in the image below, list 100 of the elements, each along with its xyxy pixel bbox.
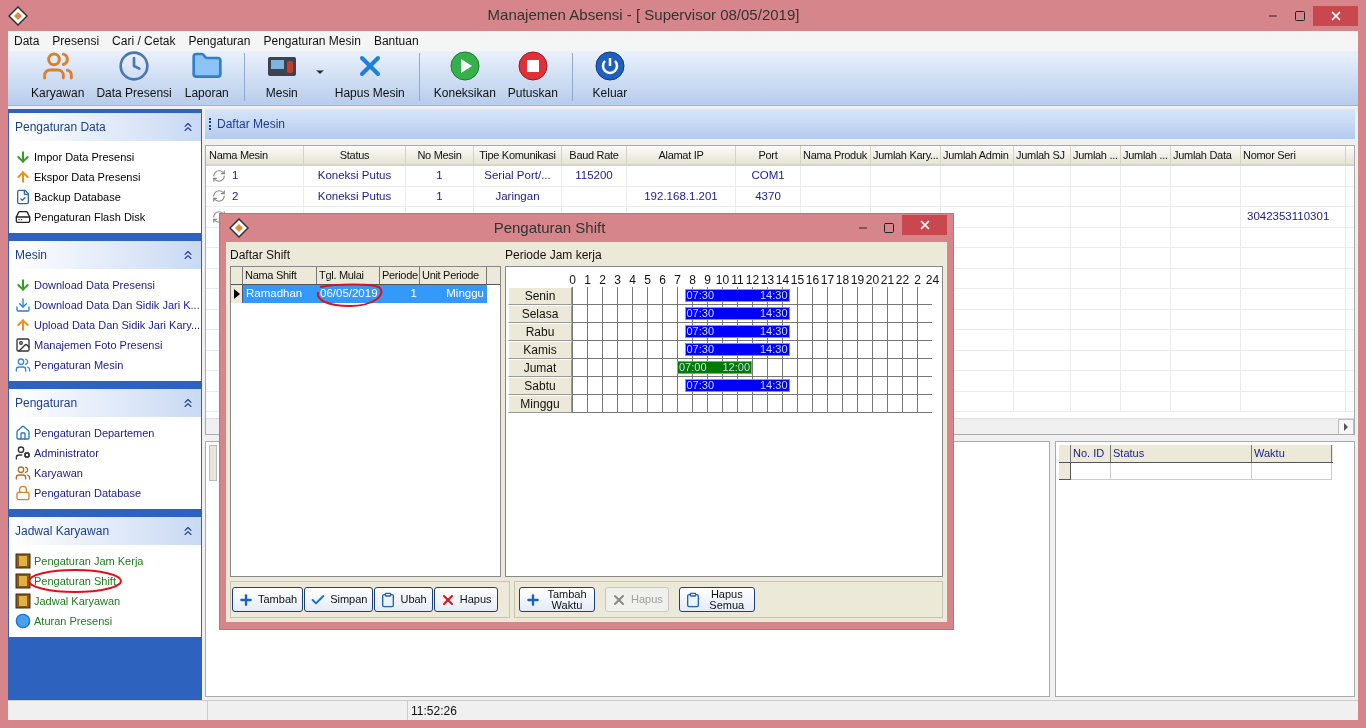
column-header[interactable]: Nama Mesin [206,146,304,164]
dialog-button[interactable]: Hapus Semua [678,587,755,612]
toolbar-button[interactable]: Putuskan [504,50,561,102]
sidebar-item[interactable]: Karyawan [34,464,83,482]
time-bar[interactable]: 07:30 14:30 [684,289,790,302]
column-header[interactable]: Waktu [1252,445,1332,462]
sidebar-item[interactable]: Pengaturan Departemen [34,424,155,442]
sidebar-item[interactable]: Backup Database [34,188,121,206]
down-arrow-icon [15,277,31,293]
column-header[interactable]: Port [736,146,801,164]
column-header[interactable]: Tipe Komunikasi [474,146,562,164]
close-button[interactable] [1313,5,1358,26]
table-cell-text: Jaringan [495,188,540,204]
sidebar-item[interactable]: Download Data Dan Sidik Jari K... [34,296,200,314]
sidebar-item[interactable]: Jadwal Karyawan [34,592,121,610]
time-bar[interactable]: 07:30 14:30 [684,325,790,338]
collapse-icon[interactable] [181,248,195,262]
column-header[interactable]: Status [304,146,406,164]
dialog-button[interactable]: Tambah Waktu [519,587,595,612]
dialog-button[interactable]: Ubah [374,587,433,612]
column-header[interactable]: Jumlah Admin [941,146,1014,164]
sidebar-item[interactable]: Impor Data Presensi [34,148,135,166]
hour-label: 22 [895,273,910,287]
column-header[interactable]: Jumlah Kary... [871,146,941,164]
refresh-icon [212,189,226,204]
menu-item[interactable]: Presensi [52,32,100,50]
toolbar-button[interactable]: Hapus Mesin [331,50,408,102]
sidebar-item[interactable]: Manajemen Foto Presensi [34,336,163,354]
menu-item[interactable]: Cari / Cetak [112,32,176,50]
menu-item[interactable]: Pengaturan [188,32,251,50]
toolbar-button[interactable]: Karyawan [28,50,88,102]
sidebar-item[interactable]: Pengaturan Flash Disk [34,208,146,226]
table-cell-text: 115200 [575,168,613,184]
dialog-button[interactable]: Hapus [433,587,498,612]
drive-icon [15,209,31,225]
hour-label: 5 [643,273,652,287]
plus-icon [525,591,541,608]
column-header[interactable]: Nama Shift [243,267,317,284]
column-header[interactable]: Jumlah ... [1121,146,1171,164]
dialog-button[interactable]: Tambah [232,587,304,612]
sidebar-item[interactable]: Ekspor Data Presensi [34,168,141,186]
column-header[interactable]: No. ID [1071,445,1111,462]
table-cell-text: 1 [436,168,443,184]
column-header[interactable]: Jumlah SJ [1014,146,1071,164]
column-header[interactable]: Alamat IP [627,146,736,164]
scroll-right-icon[interactable] [1342,422,1350,431]
hour-label: 19 [850,273,865,287]
toolbar-button[interactable]: Koneksikan [430,50,499,102]
toolbar-button[interactable]: Mesin [255,50,308,102]
menu-item[interactable]: Data [14,32,40,50]
hour-label: 9 [703,273,712,287]
collapse-icon[interactable] [181,120,195,134]
sidebar-item[interactable]: Pengaturan Database [34,484,142,502]
time-bar[interactable]: 07:30 14:30 [684,379,790,392]
group-header[interactable]: Mesin [9,241,201,269]
column-header[interactable]: Status [1111,445,1252,462]
menu-item[interactable]: Pengaturan Mesin [263,32,361,50]
sidebar-item[interactable]: Aturan Presensi [34,612,113,630]
hour-label: 6 [658,273,667,287]
group-header[interactable]: Pengaturan [9,389,201,417]
column-header[interactable]: Baud Rate [562,146,627,164]
collapse-icon[interactable] [181,524,195,538]
column-header[interactable]: No Mesin [406,146,474,164]
people-icon [15,465,31,481]
section-title: Daftar Shift [230,247,292,264]
column-header[interactable]: Tgl. Mulai [317,267,380,284]
collapse-icon[interactable] [181,396,195,410]
group-header[interactable]: Pengaturan Data [9,113,201,141]
lock-icon [15,485,31,501]
table-cell-text: 1 [232,168,239,184]
table-cell-text: Koneksi Putus [317,188,392,204]
sidebar-item[interactable]: Upload Data Dan Sidik Jari Kary... [34,316,201,334]
dialog-button[interactable]: Simpan [304,587,374,612]
sidebar-item[interactable]: Download Data Presensi [34,276,156,294]
column-header[interactable]: Nama Produk [801,146,871,164]
column-header[interactable]: Nomor Seri [1241,146,1346,164]
close-button[interactable] [902,215,947,235]
time-bar[interactable]: 07:30 14:30 [684,307,790,320]
column-header[interactable]: Jumlah ... [1071,146,1121,164]
sidebar-item[interactable]: Pengaturan Jam Kerja [34,552,144,570]
plus-icon [238,591,254,608]
toolbar-button[interactable]: Data Presensi [93,50,175,102]
hour-label: 2 [598,273,607,287]
maximize-icon [883,222,895,234]
time-bar[interactable]: 07:00 12:00 [677,361,752,374]
menu-item[interactable]: Bantuan [373,32,419,50]
sidebar-item[interactable]: Pengaturan Mesin [34,356,124,374]
hour-label: 4 [628,273,637,287]
column-header[interactable]: Jumlah Data [1171,146,1241,164]
dialog-title: Pengaturan Shift [492,217,607,238]
day-label: Rabu [508,323,572,341]
toolbar-button[interactable]: Keluar [583,50,636,102]
group-header[interactable]: Jadwal Karyawan [9,517,201,545]
row-pointer-icon [233,289,240,299]
day-label: Jumat [508,359,572,377]
column-header[interactable]: Unit Periode [420,267,487,284]
time-bar[interactable]: 07:30 14:30 [684,343,790,356]
toolbar-button[interactable]: Laporan [180,50,233,102]
sidebar-item[interactable]: Administrator [34,444,99,462]
column-header[interactable]: Periode [380,267,420,284]
